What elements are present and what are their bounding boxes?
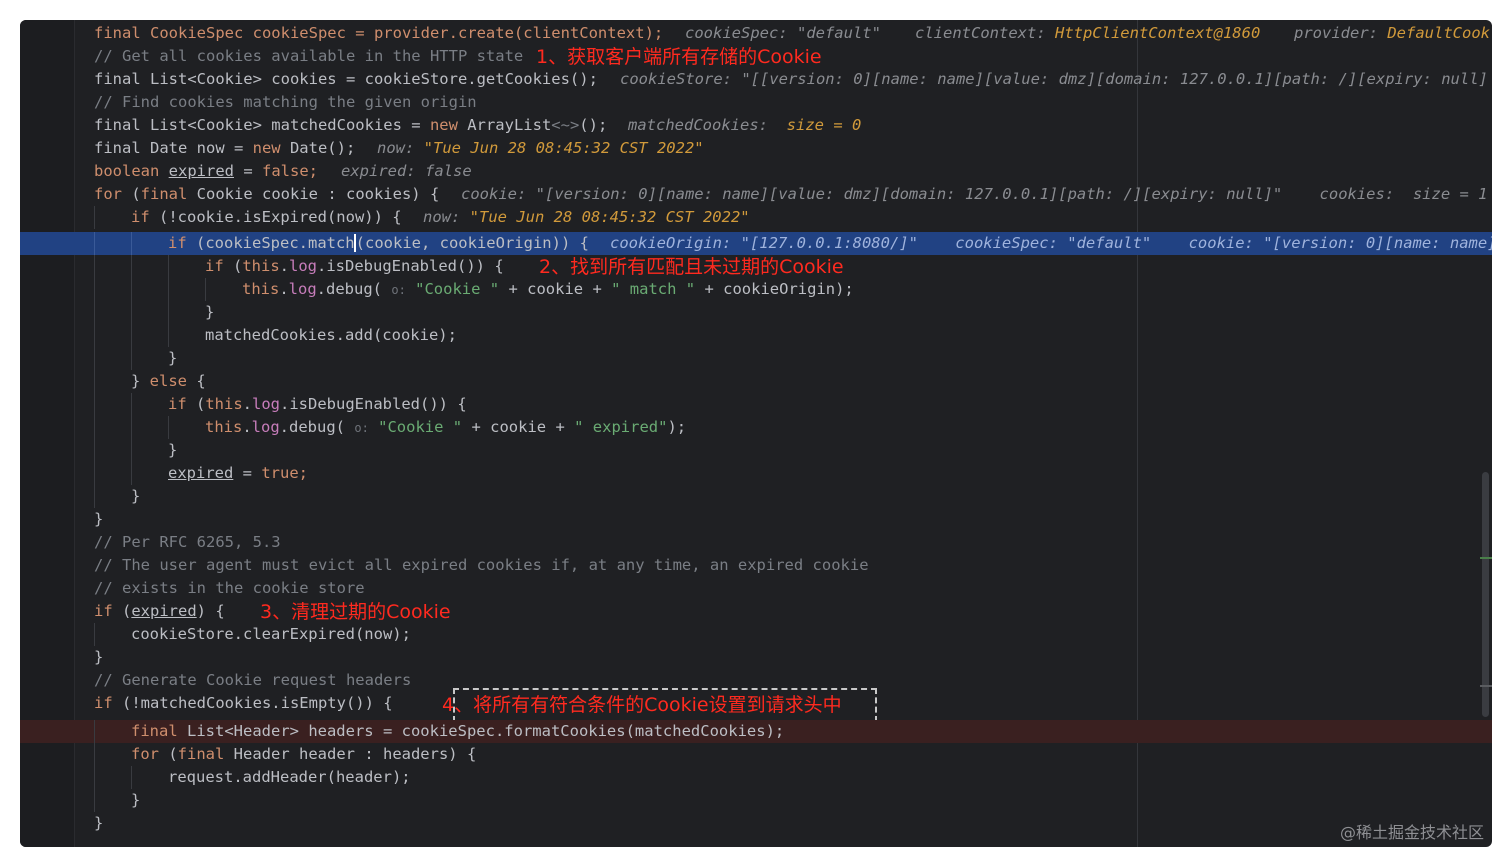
code-text: final List<Header> headers = cookieSpec.…: [131, 722, 785, 740]
code-line-3[interactable]: final List<Cookie> cookies = cookieStore…: [20, 68, 1492, 91]
vertical-scrollbar[interactable]: [1482, 472, 1489, 717]
keyword: final CookieSpec cookieSpec = provider.c…: [94, 24, 664, 42]
code-text: request.addHeader(header);: [168, 768, 411, 786]
code-text: cookieStore.clearExpired(now);: [131, 625, 411, 643]
code-line-25[interactable]: // exists in the cookie store: [20, 577, 1492, 600]
code-line-22[interactable]: }: [20, 508, 1492, 531]
code-line-9[interactable]: if (!cookie.isExpired(now)) { now: "Tue …: [20, 206, 1492, 229]
comment: // Per RFC 6265, 5.3: [94, 533, 281, 551]
inlay-expired: expired: false: [341, 162, 472, 180]
code-line-16[interactable]: } else {: [20, 370, 1492, 393]
code-line-31[interactable]: final List<Header> headers = cookieSpec.…: [20, 720, 1492, 743]
code-text: }: [131, 487, 141, 505]
code-line-14[interactable]: matchedCookies.add(cookie);: [20, 324, 1492, 347]
code-text: for (final Header header : headers) {: [131, 745, 477, 763]
comment: // Generate Cookie request headers: [94, 671, 412, 689]
annotation-3: 3、清理过期的Cookie: [260, 601, 451, 623]
code-text: }: [94, 648, 104, 666]
code-text: }: [205, 303, 215, 321]
code-text: boolean expired = false;: [94, 162, 319, 180]
inlay-cookie: cookie: "[version: 0][name: name][value:…: [461, 185, 1488, 203]
code-text: if (this.log.isDebugEnabled()) {: [168, 395, 467, 413]
code-text: }: [94, 814, 104, 832]
code-text: }: [168, 349, 178, 367]
change-marker: [1480, 557, 1492, 559]
code-line-13[interactable]: }: [20, 301, 1492, 324]
code-text: this.log.debug( o: "Cookie " + cookie + …: [242, 280, 854, 298]
inlay-cookie-spec: cookieSpec: "default": [685, 24, 881, 42]
code-line-4[interactable]: // Find cookies matching the given origi…: [20, 91, 1492, 114]
annotation-1: 1、获取客户端所有存储的Cookie: [536, 46, 822, 68]
code-line-23[interactable]: // Per RFC 6265, 5.3: [20, 531, 1492, 554]
inlay-now: now: "Tue Jun 28 08:45:32 CST 2022": [423, 208, 750, 226]
comment: // The user agent must evict all expired…: [94, 556, 869, 574]
annotation-2: 2、找到所有匹配且未过期的Cookie: [539, 256, 844, 278]
code-text: final List<Cookie> cookies = cookieStore…: [94, 70, 598, 88]
code-text: }: [168, 441, 178, 459]
inlay-matched-cookies: matchedCookies: size = 0: [628, 116, 862, 134]
code-text: final List<Cookie> matchedCookies = new …: [94, 116, 608, 134]
code-line-6[interactable]: final Date now = new Date(); now: "Tue J…: [20, 137, 1492, 160]
code-line-34[interactable]: }: [20, 789, 1492, 812]
inlay-cookie-origin: cookieOrigin: "[127.0.0.1:8080/]" cookie…: [610, 234, 1492, 252]
code-line-32[interactable]: for (final Header header : headers) {: [20, 743, 1492, 766]
code-line-10-execution-point[interactable]: if (cookieSpec.match(cookie, cookieOrigi…: [20, 232, 1492, 255]
code-text: final Date now = new Date();: [94, 139, 356, 157]
code-line-1[interactable]: final CookieSpec cookieSpec = provider.c…: [20, 22, 1492, 45]
inlay-client-context: clientContext: HttpClientContext@1860: [915, 24, 1261, 42]
inlay-provider: provider: DefaultCook: [1294, 24, 1490, 42]
comment: // Find cookies matching the given origi…: [94, 93, 477, 111]
inlay-cookie-store: cookieStore: "[[version: 0][name: name][…: [620, 70, 1488, 88]
code-line-21[interactable]: }: [20, 485, 1492, 508]
code-text: expired = true;: [168, 464, 308, 482]
code-line-8[interactable]: for (final Cookie cookie : cookies) { co…: [20, 183, 1492, 206]
annotation-4: 4、将所有有符合条件的Cookie设置到请求头中: [442, 694, 842, 716]
code-line-26[interactable]: if (expired) {: [20, 600, 1492, 623]
code-text: }: [94, 510, 104, 528]
code-line-27[interactable]: cookieStore.clearExpired(now);: [20, 623, 1492, 646]
code-line-7[interactable]: boolean expired = false; expired: false: [20, 160, 1492, 183]
code-line-20[interactable]: expired = true;: [20, 462, 1492, 485]
code-text: if (!matchedCookies.isEmpty()) {: [94, 694, 393, 712]
code-text: if (expired) {: [94, 602, 225, 620]
code-text: if (this.log.isDebugEnabled()) {: [205, 257, 504, 275]
code-text: } else {: [131, 372, 206, 390]
code-line-19[interactable]: }: [20, 439, 1492, 462]
change-marker: [1480, 685, 1492, 687]
code-text: }: [131, 791, 141, 809]
watermark: @稀土掘金技术社区: [1339, 823, 1484, 842]
code-line-15[interactable]: }: [20, 347, 1492, 370]
code-line-17[interactable]: if (this.log.isDebugEnabled()) {: [20, 393, 1492, 416]
code-line-18[interactable]: this.log.debug( o: "Cookie " + cookie + …: [20, 416, 1492, 439]
code-editor[interactable]: final CookieSpec cookieSpec = provider.c…: [20, 20, 1492, 847]
comment: // Get all cookies available in the HTTP…: [94, 47, 524, 65]
code-text: if (!cookie.isExpired(now)) {: [131, 208, 402, 226]
code-line-35[interactable]: }: [20, 812, 1492, 835]
code-line-28[interactable]: }: [20, 646, 1492, 669]
code-line-5[interactable]: final List<Cookie> matchedCookies = new …: [20, 114, 1492, 137]
code-line-24[interactable]: // The user agent must evict all expired…: [20, 554, 1492, 577]
code-text: for (final Cookie cookie : cookies) {: [94, 185, 440, 203]
code-text: if (cookieSpec.match(cookie, cookieOrigi…: [168, 234, 589, 252]
code-text: matchedCookies.add(cookie);: [205, 326, 457, 344]
comment: // exists in the cookie store: [94, 579, 365, 597]
code-line-33[interactable]: request.addHeader(header);: [20, 766, 1492, 789]
code-line-12[interactable]: this.log.debug( o: "Cookie " + cookie + …: [20, 278, 1492, 301]
code-text: this.log.debug( o: "Cookie " + cookie + …: [205, 418, 687, 436]
inlay-now: now: "Tue Jun 28 08:45:32 CST 2022": [377, 139, 704, 157]
